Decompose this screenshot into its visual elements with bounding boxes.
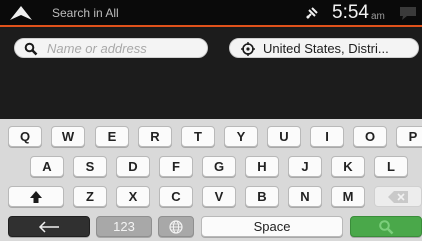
- shift-key[interactable]: [8, 186, 64, 207]
- back-key[interactable]: [8, 216, 90, 237]
- search-input[interactable]: [47, 40, 197, 57]
- key-g[interactable]: G: [202, 156, 236, 177]
- country-selector[interactable]: United States, Distri...: [229, 38, 419, 58]
- globe-icon: [169, 219, 183, 234]
- backspace-key[interactable]: [374, 186, 422, 207]
- key-o[interactable]: O: [353, 126, 387, 147]
- search-icon: [379, 219, 394, 234]
- speech-bubble-icon[interactable]: [398, 5, 418, 21]
- key-b[interactable]: B: [245, 186, 279, 207]
- key-t[interactable]: T: [181, 126, 215, 147]
- key-z[interactable]: Z: [73, 186, 107, 207]
- key-f[interactable]: F: [159, 156, 193, 177]
- key-y[interactable]: Y: [224, 126, 258, 147]
- gps-satellite-icon: [306, 7, 318, 19]
- numbers-key[interactable]: 123: [96, 216, 152, 237]
- on-screen-keyboard: Q W E R T Y U I O P A S D F G H J K L Z …: [0, 119, 422, 241]
- key-w[interactable]: W: [51, 126, 85, 147]
- key-q[interactable]: Q: [8, 126, 42, 147]
- navigation-arrow-icon[interactable]: [10, 6, 32, 20]
- magnifier-icon: [24, 42, 38, 56]
- shift-arrow-icon: [30, 190, 42, 203]
- key-v[interactable]: V: [202, 186, 236, 207]
- language-key[interactable]: [158, 216, 194, 237]
- space-key[interactable]: Space: [201, 216, 343, 237]
- key-d[interactable]: D: [116, 156, 150, 177]
- key-j[interactable]: J: [288, 156, 322, 177]
- search-field[interactable]: [14, 38, 208, 58]
- key-e[interactable]: E: [95, 126, 129, 147]
- key-x[interactable]: X: [116, 186, 150, 207]
- key-c[interactable]: C: [159, 186, 193, 207]
- top-bar: Search in All 5:54 am: [0, 0, 422, 27]
- key-a[interactable]: A: [30, 156, 64, 177]
- key-k[interactable]: K: [331, 156, 365, 177]
- key-i[interactable]: I: [310, 126, 344, 147]
- key-m[interactable]: M: [331, 186, 365, 207]
- crosshair-target-icon: [241, 42, 255, 56]
- country-label: United States, Distri...: [263, 41, 389, 56]
- search-panel: United States, Distri...: [0, 29, 422, 119]
- key-h[interactable]: H: [245, 156, 279, 177]
- key-u[interactable]: U: [267, 126, 301, 147]
- clock-time: 5:54: [332, 2, 369, 23]
- key-l[interactable]: L: [374, 156, 408, 177]
- left-arrow-icon: [38, 220, 59, 233]
- backspace-icon: [388, 190, 408, 203]
- page-title: Search in All: [52, 6, 119, 20]
- key-n[interactable]: N: [288, 186, 322, 207]
- search-submit-key[interactable]: [350, 216, 422, 237]
- key-s[interactable]: S: [73, 156, 107, 177]
- clock-ampm: am: [371, 11, 385, 22]
- key-r[interactable]: R: [138, 126, 172, 147]
- key-p[interactable]: P: [396, 126, 422, 147]
